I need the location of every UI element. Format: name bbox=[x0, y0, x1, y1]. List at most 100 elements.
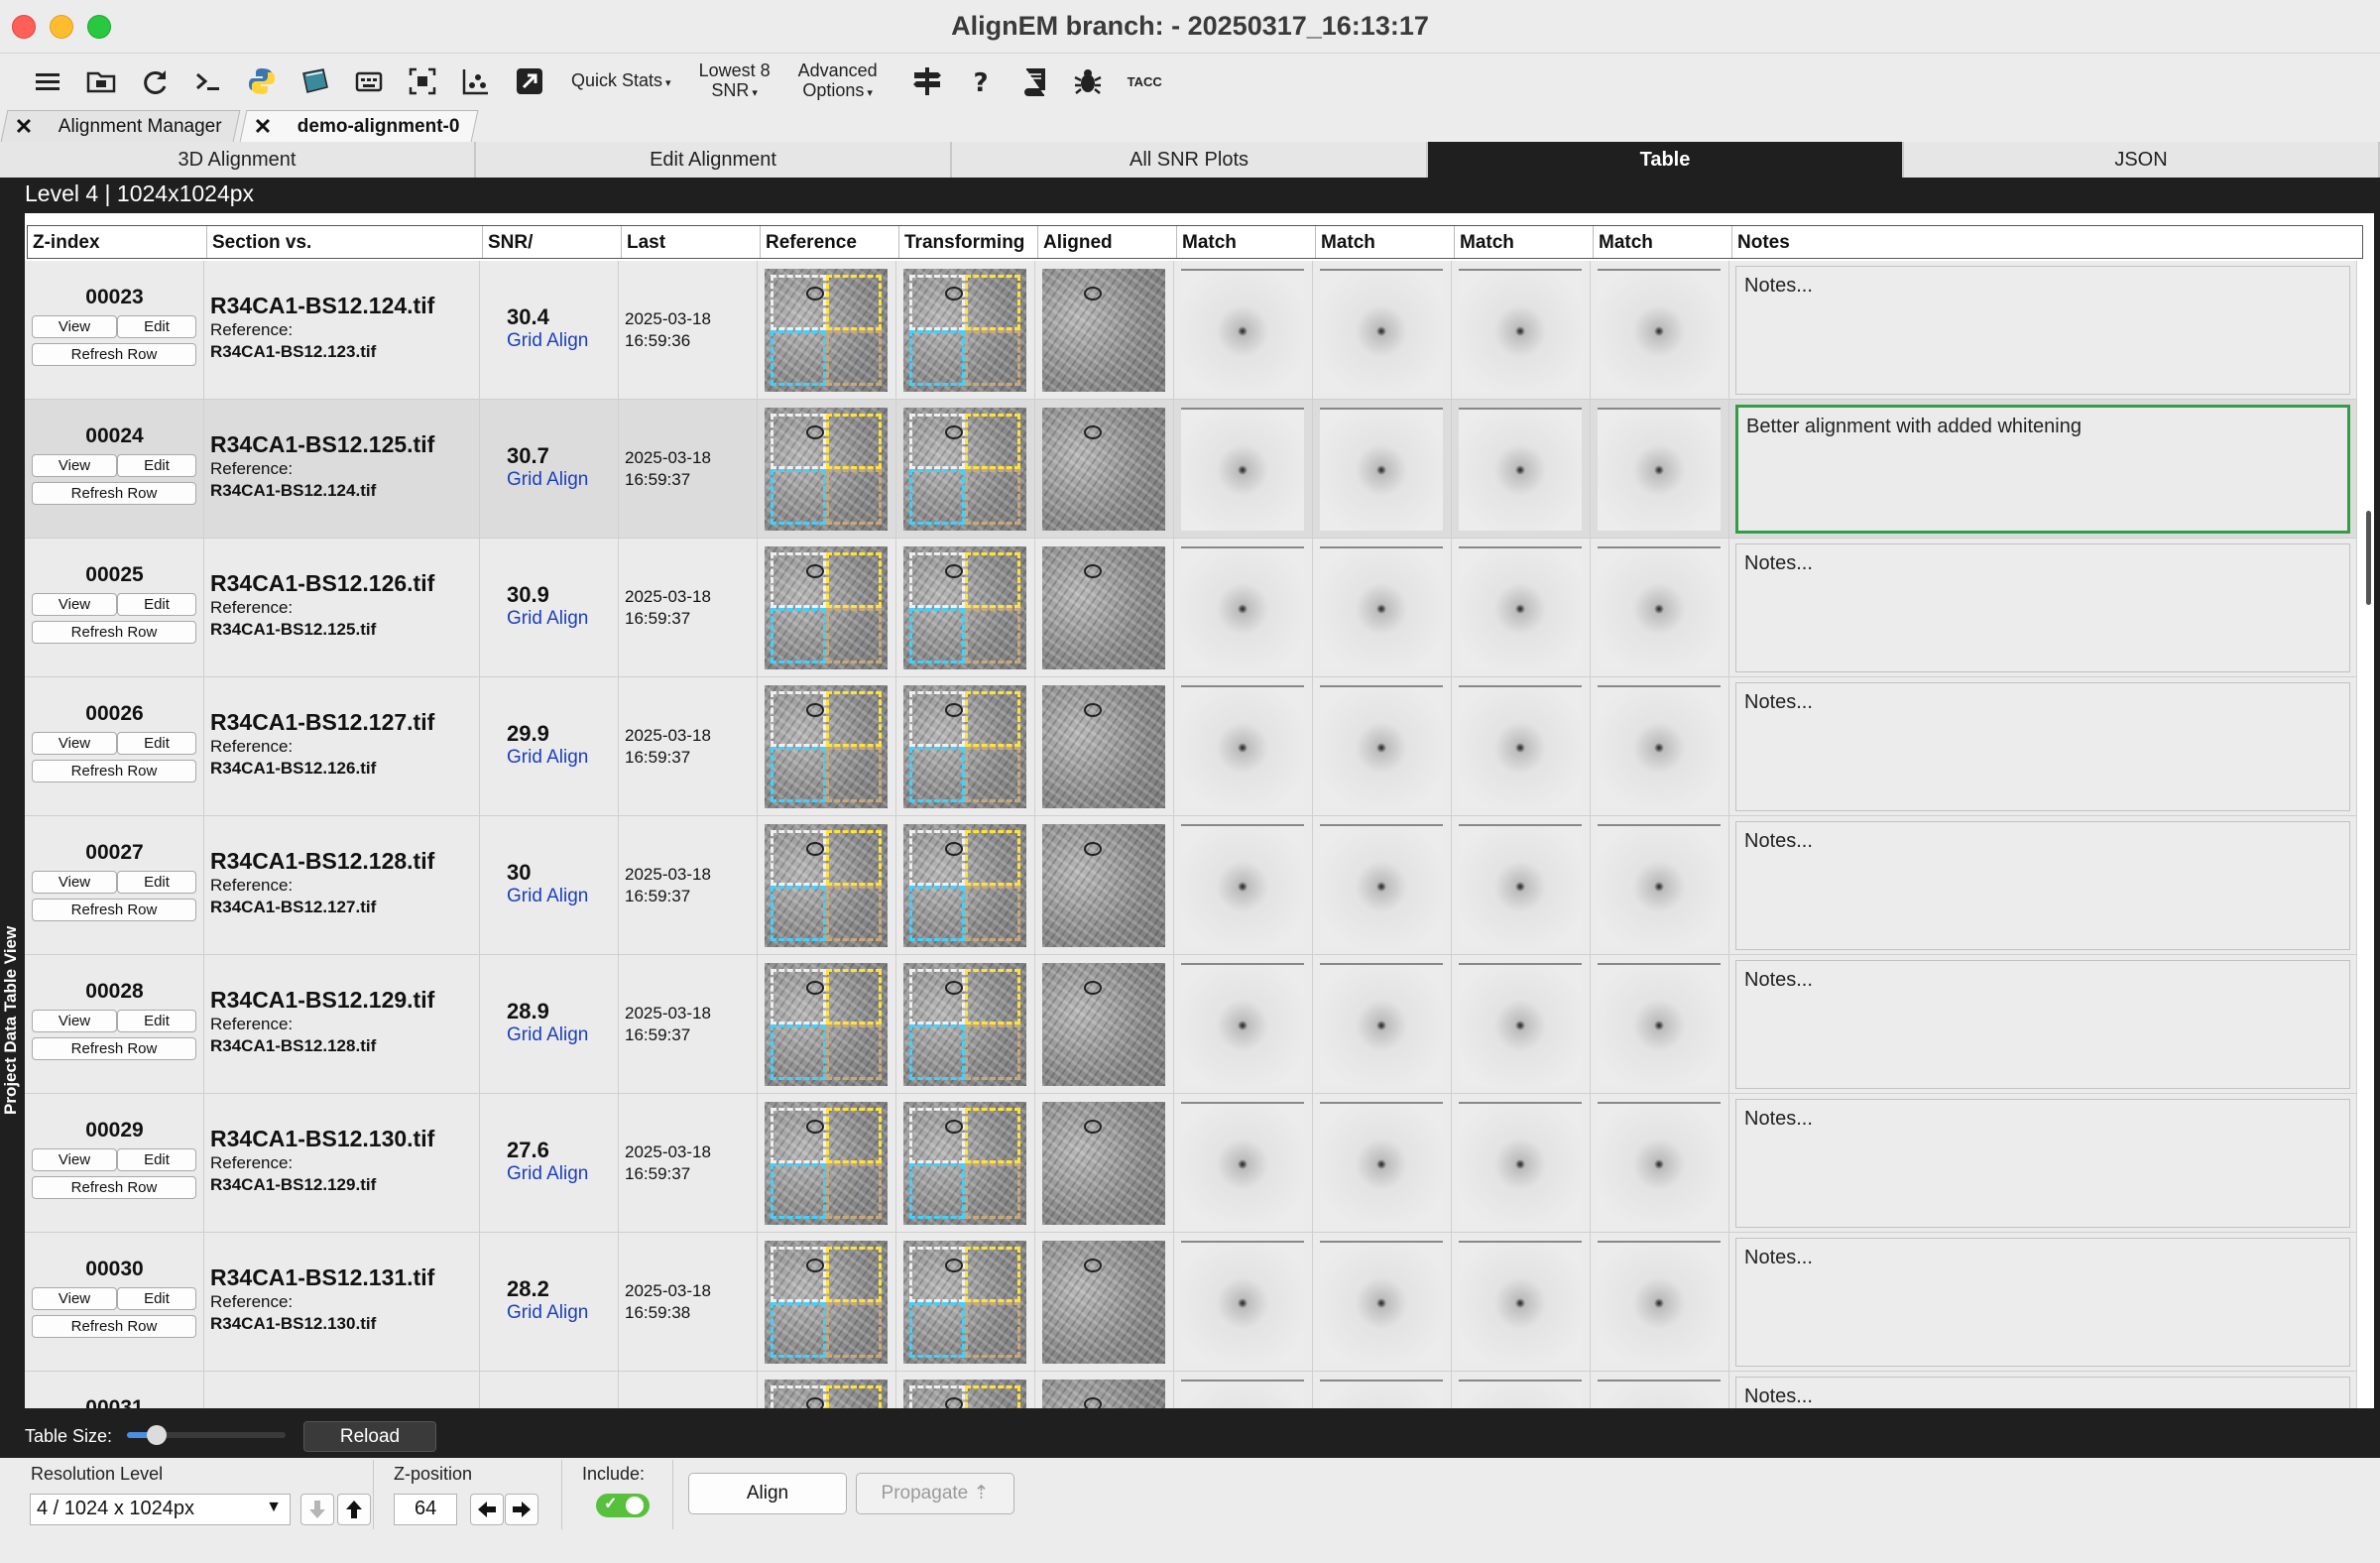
transforming-thumbnail[interactable] bbox=[903, 1102, 1026, 1225]
keyboard-icon[interactable] bbox=[351, 63, 387, 99]
view-button[interactable]: View bbox=[32, 1287, 117, 1310]
col-header-z-index[interactable]: Z-index bbox=[28, 226, 207, 258]
match-signal-thumbnail[interactable] bbox=[1320, 685, 1443, 808]
match-signal-thumbnail[interactable] bbox=[1320, 824, 1443, 947]
match-signal-thumbnail[interactable] bbox=[1598, 269, 1721, 392]
reference-thumbnail[interactable] bbox=[765, 1102, 888, 1225]
help-icon[interactable]: ? bbox=[963, 63, 999, 99]
notes-field[interactable]: Notes... bbox=[1735, 1238, 2350, 1367]
external-link-icon[interactable] bbox=[512, 63, 547, 99]
match-signal-thumbnail[interactable] bbox=[1320, 408, 1443, 531]
match-signal-thumbnail[interactable] bbox=[1181, 963, 1304, 1086]
match-signal-thumbnail[interactable] bbox=[1320, 963, 1443, 1086]
aligned-thumbnail[interactable] bbox=[1042, 685, 1165, 808]
match-signal-thumbnail[interactable] bbox=[1598, 1380, 1721, 1408]
match-signal-thumbnail[interactable] bbox=[1598, 1102, 1721, 1225]
aligned-thumbnail[interactable] bbox=[1042, 1380, 1165, 1408]
refresh-row-button[interactable]: Refresh Row bbox=[32, 621, 196, 644]
tab-all-snr-plots[interactable]: All SNR Plots bbox=[952, 142, 1428, 178]
refresh-row-button[interactable]: Refresh Row bbox=[32, 760, 196, 782]
col-header-transforming[interactable]: Transforming bbox=[899, 226, 1038, 258]
level-down-button[interactable] bbox=[300, 1494, 334, 1525]
col-header-match-3[interactable]: Match bbox=[1455, 226, 1594, 258]
view-button[interactable]: View bbox=[32, 1010, 117, 1032]
folder-icon[interactable] bbox=[83, 63, 119, 99]
reference-thumbnail[interactable] bbox=[765, 685, 888, 808]
aligned-thumbnail[interactable] bbox=[1042, 408, 1165, 531]
python-icon[interactable] bbox=[244, 63, 280, 99]
refresh-icon[interactable] bbox=[137, 63, 173, 99]
col-header-match-4[interactable]: Match bbox=[1594, 226, 1732, 258]
match-signal-thumbnail[interactable] bbox=[1320, 1102, 1443, 1225]
edit-button[interactable]: Edit bbox=[117, 593, 196, 616]
transforming-thumbnail[interactable] bbox=[903, 1380, 1026, 1408]
notes-field[interactable]: Notes... bbox=[1735, 1099, 2350, 1228]
reload-button[interactable]: Reload bbox=[303, 1421, 436, 1452]
table-row[interactable]: 00028 View Edit Refresh Row R34CA1-BS12.129.… bbox=[25, 955, 2357, 1094]
notes-field[interactable]: Notes... bbox=[1735, 266, 2350, 395]
aligned-thumbnail[interactable] bbox=[1042, 1241, 1165, 1364]
tab-alignment-manager[interactable]: ✕ Alignment Manager bbox=[0, 110, 241, 142]
transforming-thumbnail[interactable] bbox=[903, 546, 1026, 669]
table-row[interactable]: 00026 View Edit Refresh Row R34CA1-BS12.127.… bbox=[25, 677, 2357, 816]
z-next-button[interactable] bbox=[505, 1494, 538, 1525]
match-signal-thumbnail[interactable] bbox=[1459, 1102, 1582, 1225]
edit-button[interactable]: Edit bbox=[117, 315, 196, 338]
table-size-slider[interactable] bbox=[127, 1425, 286, 1445]
notes-field[interactable]: Notes... bbox=[1735, 682, 2350, 811]
col-header-last[interactable]: Last bbox=[622, 226, 761, 258]
table-row[interactable]: 00027 View Edit Refresh Row R34CA1-BS12.128.… bbox=[25, 816, 2357, 955]
col-header-section[interactable]: Section vs. bbox=[207, 226, 483, 258]
tab-3d-alignment[interactable]: 3D Alignment bbox=[0, 142, 476, 178]
maximize-window-button[interactable] bbox=[87, 15, 111, 39]
aligned-thumbnail[interactable] bbox=[1042, 963, 1165, 1086]
menu-icon[interactable] bbox=[30, 63, 65, 99]
col-header-aligned[interactable]: Aligned bbox=[1038, 226, 1177, 258]
match-signal-thumbnail[interactable] bbox=[1459, 1241, 1582, 1364]
close-tab-icon[interactable]: ✕ bbox=[254, 114, 272, 140]
notes-field[interactable]: Notes... bbox=[1735, 960, 2350, 1089]
match-signal-thumbnail[interactable] bbox=[1181, 824, 1304, 947]
edit-button[interactable]: Edit bbox=[117, 1010, 196, 1032]
refresh-row-button[interactable]: Refresh Row bbox=[32, 899, 196, 921]
refresh-row-button[interactable]: Refresh Row bbox=[32, 482, 196, 505]
match-signal-thumbnail[interactable] bbox=[1181, 269, 1304, 392]
view-button[interactable]: View bbox=[32, 732, 117, 755]
table-row[interactable]: 00031 Notes... bbox=[25, 1372, 2357, 1408]
aligned-thumbnail[interactable] bbox=[1042, 546, 1165, 669]
table-row[interactable]: 00024 View Edit Refresh Row R34CA1-BS12.125.… bbox=[25, 400, 2357, 539]
transforming-thumbnail[interactable] bbox=[903, 1241, 1026, 1364]
edit-button[interactable]: Edit bbox=[117, 1287, 196, 1310]
col-header-notes[interactable]: Notes bbox=[1732, 226, 2362, 258]
book-icon[interactable] bbox=[1016, 63, 1052, 99]
transforming-thumbnail[interactable] bbox=[903, 269, 1026, 392]
match-signal-thumbnail[interactable] bbox=[1459, 269, 1582, 392]
include-toggle[interactable]: ✓ bbox=[596, 1494, 650, 1517]
refresh-row-button[interactable]: Refresh Row bbox=[32, 343, 196, 366]
table-row[interactable]: 00029 View Edit Refresh Row R34CA1-BS12.130.… bbox=[25, 1094, 2357, 1233]
close-window-button[interactable] bbox=[12, 15, 36, 39]
match-signal-thumbnail[interactable] bbox=[1598, 1241, 1721, 1364]
minimize-window-button[interactable] bbox=[50, 15, 73, 39]
refresh-row-button[interactable]: Refresh Row bbox=[32, 1037, 196, 1060]
table-row[interactable]: 00025 View Edit Refresh Row R34CA1-BS12.126.… bbox=[25, 539, 2357, 677]
z-position-input[interactable]: 64 bbox=[394, 1494, 457, 1525]
match-signal-thumbnail[interactable] bbox=[1320, 269, 1443, 392]
col-header-match-1[interactable]: Match bbox=[1177, 226, 1316, 258]
grid-align-link[interactable]: Grid Align bbox=[507, 608, 588, 630]
view-button[interactable]: View bbox=[32, 593, 117, 616]
grid-align-link[interactable]: Grid Align bbox=[507, 330, 588, 352]
match-signal-thumbnail[interactable] bbox=[1459, 963, 1582, 1086]
match-signal-thumbnail[interactable] bbox=[1181, 546, 1304, 669]
bug-icon[interactable] bbox=[1070, 63, 1106, 99]
grid-align-link[interactable]: Grid Align bbox=[507, 469, 588, 491]
edit-button[interactable]: Edit bbox=[117, 871, 196, 894]
crop-icon[interactable] bbox=[405, 63, 440, 99]
aligned-thumbnail[interactable] bbox=[1042, 824, 1165, 947]
view-button[interactable]: View bbox=[32, 315, 117, 338]
reference-thumbnail[interactable] bbox=[765, 824, 888, 947]
reference-thumbnail[interactable] bbox=[765, 963, 888, 1086]
match-signal-thumbnail[interactable] bbox=[1459, 685, 1582, 808]
match-signal-thumbnail[interactable] bbox=[1459, 408, 1582, 531]
aligned-thumbnail[interactable] bbox=[1042, 1102, 1165, 1225]
